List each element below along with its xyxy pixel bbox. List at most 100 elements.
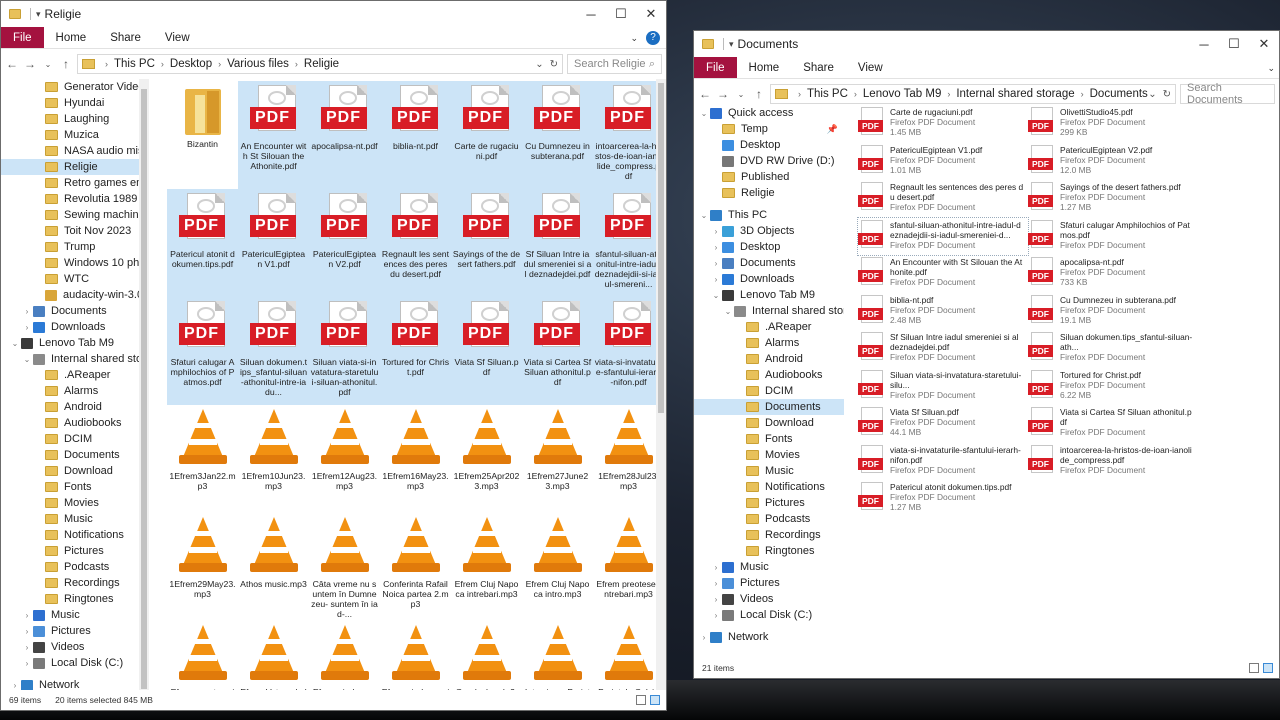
file-tile[interactable]: PDF PatericulEgiptean V2.pdf bbox=[309, 189, 380, 297]
sidebar-item-internal-shared-storage[interactable]: ⌄ Internal shared storage bbox=[1, 351, 149, 367]
minimize-button[interactable]: ─ bbox=[576, 7, 606, 22]
breadcrumb-documents[interactable]: Documents bbox=[1090, 88, 1148, 100]
file-tile[interactable]: PDF PatericulEgiptean V1.pdf Firefox PDF D… bbox=[858, 143, 1028, 181]
maximize-button[interactable]: ☐ bbox=[1219, 36, 1249, 52]
recent-dropdown-icon[interactable]: ⌄ bbox=[734, 90, 748, 99]
up-arrow-icon[interactable]: ↑ bbox=[59, 57, 73, 71]
file-tile[interactable]: PDF Viata Sf Siluan.pdf Firefox PDF Docume… bbox=[858, 405, 1028, 443]
file-tile[interactable]: PDF viata-si-invataturile-sfantului-ierar… bbox=[593, 297, 664, 405]
explorer-window-documents[interactable]: ▾ Documents ─ ☐ ✕ File Home Share View ⌄… bbox=[693, 30, 1280, 679]
search-input[interactable]: Search Religie ⌕ bbox=[567, 54, 662, 74]
file-tile[interactable]: 1Efrem25Apr2023.mp3 bbox=[451, 405, 522, 513]
sidebar-item-lenovo-tab-m9[interactable]: ⌄ Lenovo Tab M9 bbox=[694, 287, 844, 303]
sidebar-item-podcasts[interactable]: Podcasts bbox=[694, 511, 844, 527]
large-icons-view-icon[interactable] bbox=[650, 695, 660, 705]
file-tile[interactable]: 1Efrem16May23.mp3 bbox=[380, 405, 451, 513]
file-tile[interactable]: PDF Siluan dokumen.tips_sfantul-siluan-at… bbox=[238, 297, 309, 405]
file-tile[interactable]: Athos music.mp3 bbox=[238, 513, 309, 621]
chevron-right-icon[interactable]: › bbox=[710, 275, 722, 284]
sidebar-item-dcim[interactable]: DCIM bbox=[1, 431, 149, 447]
breadcrumb-religie[interactable]: Religie bbox=[304, 58, 339, 70]
breadcrumb-lenovo-tab[interactable]: Lenovo Tab M9 bbox=[863, 88, 941, 100]
sidebar-item-pictures[interactable]: › Pictures bbox=[694, 575, 844, 591]
sidebar-item-downloads[interactable]: › Downloads bbox=[694, 271, 844, 287]
sidebar-item-documents[interactable]: Documents bbox=[1, 447, 149, 463]
file-tile[interactable]: PDF Tortured for Christ.pdf Firefox PDF Do… bbox=[1028, 368, 1198, 406]
chevron-right-icon[interactable]: › bbox=[1081, 89, 1084, 99]
sidebar-item-dvd-rw-drive-d[interactable]: DVD RW Drive (D:) bbox=[694, 153, 844, 169]
chevron-right-icon[interactable]: › bbox=[710, 227, 722, 236]
sidebar-item-windows-10-phone-apps-g[interactable]: Windows 10 phone apps g bbox=[1, 255, 149, 271]
sidebar-item-religie[interactable]: Religie bbox=[1, 159, 149, 175]
content-scrollbar[interactable] bbox=[656, 79, 666, 690]
chevron-right-icon[interactable]: › bbox=[295, 59, 298, 69]
file-tile[interactable]: Greek church 2.mp3 bbox=[451, 621, 522, 690]
file-tile[interactable]: PDF intoarcerea-la-hristos-de-ioan-ianoli… bbox=[1028, 443, 1198, 481]
sidebar-item-network[interactable]: › Network bbox=[1, 677, 149, 690]
breadcrumb-various-files[interactable]: Various files bbox=[227, 58, 289, 70]
chevron-right-icon[interactable]: › bbox=[854, 89, 857, 99]
breadcrumb-desktop[interactable]: Desktop bbox=[170, 58, 212, 70]
sidebar-item-retro-games-emulator[interactable]: Retro games emulator bbox=[1, 175, 149, 191]
file-tile[interactable]: 1Efrem29May23.mp3 bbox=[167, 513, 238, 621]
file-tile[interactable]: Efrem Cluj Napoca intrebari.mp3 bbox=[451, 513, 522, 621]
file-tile[interactable]: PDF Cu Dumnezeu in subterana.pdf bbox=[522, 81, 593, 189]
chevron-right-icon[interactable]: › bbox=[710, 259, 722, 268]
sidebar-item-this-pc[interactable]: ⌄ This PC bbox=[694, 207, 844, 223]
sidebar-item-quick-access[interactable]: ⌄ Quick access bbox=[694, 105, 844, 121]
chevron-down-icon[interactable]: ⌄ bbox=[722, 307, 734, 316]
recent-dropdown-icon[interactable]: ⌄ bbox=[41, 60, 55, 69]
sidebar-item-download[interactable]: Download bbox=[1, 463, 149, 479]
tab-home[interactable]: Home bbox=[737, 57, 792, 78]
chevron-right-icon[interactable]: › bbox=[21, 307, 33, 316]
expand-ribbon-icon[interactable]: ⌄ bbox=[1267, 63, 1275, 78]
file-tile[interactable]: PDF sfantul-siluan-athonitul-intre-iadul-… bbox=[593, 189, 664, 297]
sidebar-item-pictures[interactable]: Pictures bbox=[694, 495, 844, 511]
chevron-right-icon[interactable]: › bbox=[947, 89, 950, 99]
sidebar-item-music[interactable]: Music bbox=[694, 463, 844, 479]
sidebar-item-lenovo-tab-m9[interactable]: ⌄ Lenovo Tab M9 bbox=[1, 335, 149, 351]
sidebar-item-audiobooks[interactable]: Audiobooks bbox=[694, 367, 844, 383]
sidebar-item-android[interactable]: Android bbox=[1, 399, 149, 415]
sidebar-item-fonts[interactable]: Fonts bbox=[694, 431, 844, 447]
sidebar-item-local-disk-c[interactable]: › Local Disk (C:) bbox=[694, 607, 844, 623]
sidebar-item-alarms[interactable]: Alarms bbox=[1, 383, 149, 399]
chevron-right-icon[interactable]: › bbox=[698, 633, 710, 642]
minimize-button[interactable]: ─ bbox=[1189, 37, 1219, 52]
tab-share[interactable]: Share bbox=[791, 57, 846, 78]
address-bar[interactable]: › This PC › Desktop › Various files › Re… bbox=[77, 54, 563, 74]
chevron-right-icon[interactable]: › bbox=[710, 579, 722, 588]
file-tile[interactable]: 1Efrem3Jan22.mp3 bbox=[167, 405, 238, 513]
sidebar-item-download[interactable]: Download bbox=[694, 415, 844, 431]
back-arrow-icon[interactable]: ← bbox=[5, 57, 19, 71]
forward-arrow-icon[interactable]: → bbox=[23, 57, 37, 71]
sidebar-item-desktop[interactable]: Desktop bbox=[694, 137, 844, 153]
sidebar-item-pictures[interactable]: Pictures bbox=[1, 543, 149, 559]
file-tile[interactable]: PDF Viata si Cartea Sf Siluan athonitul.p… bbox=[522, 297, 593, 405]
sidebar-item-hyundai[interactable]: Hyundai bbox=[1, 95, 149, 111]
sidebar-item-downloads[interactable]: › Downloads bbox=[1, 319, 149, 335]
chevron-down-icon[interactable]: ⌄ bbox=[21, 355, 33, 364]
file-tile[interactable]: PDF Sfaturi calugar Amphilochios of Patmo… bbox=[167, 297, 238, 405]
sidebar-item-movies[interactable]: Movies bbox=[1, 495, 149, 511]
sidebar-item-temp[interactable]: Temp 📌 bbox=[694, 121, 844, 137]
sidebar-item-pictures[interactable]: › Pictures bbox=[1, 623, 149, 639]
sidebar-item-local-disk-c[interactable]: › Local Disk (C:) bbox=[1, 655, 149, 671]
sidebar-item-ringtones[interactable]: Ringtones bbox=[694, 543, 844, 559]
file-tile[interactable]: PDF PatericulEgiptean V1.pdf bbox=[238, 189, 309, 297]
file-tile[interactable]: Efrem Vatoped electronic passports.mp3 bbox=[238, 621, 309, 690]
file-tile[interactable]: Efrem vindecare Intrebari.mp3 bbox=[309, 621, 380, 690]
chevron-right-icon[interactable]: › bbox=[21, 659, 33, 668]
sidebar-item-music[interactable]: › Music bbox=[694, 559, 844, 575]
file-tile[interactable]: Interviu cu Parintele Gheorghe Calciu Du… bbox=[522, 621, 593, 690]
sidebar-item-audacity-win-3-0-2-zip[interactable]: audacity-win-3.0.2.zip bbox=[1, 287, 149, 303]
sidebar-item-ringtones[interactable]: Ringtones bbox=[1, 591, 149, 607]
chevron-right-icon[interactable]: › bbox=[21, 627, 33, 636]
tiles-view-icon[interactable] bbox=[1263, 663, 1273, 673]
sidebar-item-alarms[interactable]: Alarms bbox=[694, 335, 844, 351]
sidebar-item-muzica[interactable]: Muzica bbox=[1, 127, 149, 143]
file-tile[interactable]: PDF Siluan viata-si-invatatura-staretului… bbox=[858, 368, 1028, 406]
sidebar-item-audiobooks[interactable]: Audiobooks bbox=[1, 415, 149, 431]
sidebar-item-nasa-audio-missions[interactable]: NASA audio missions bbox=[1, 143, 149, 159]
file-tile[interactable]: PDF Carte de rugaciuni.pdf bbox=[451, 81, 522, 189]
